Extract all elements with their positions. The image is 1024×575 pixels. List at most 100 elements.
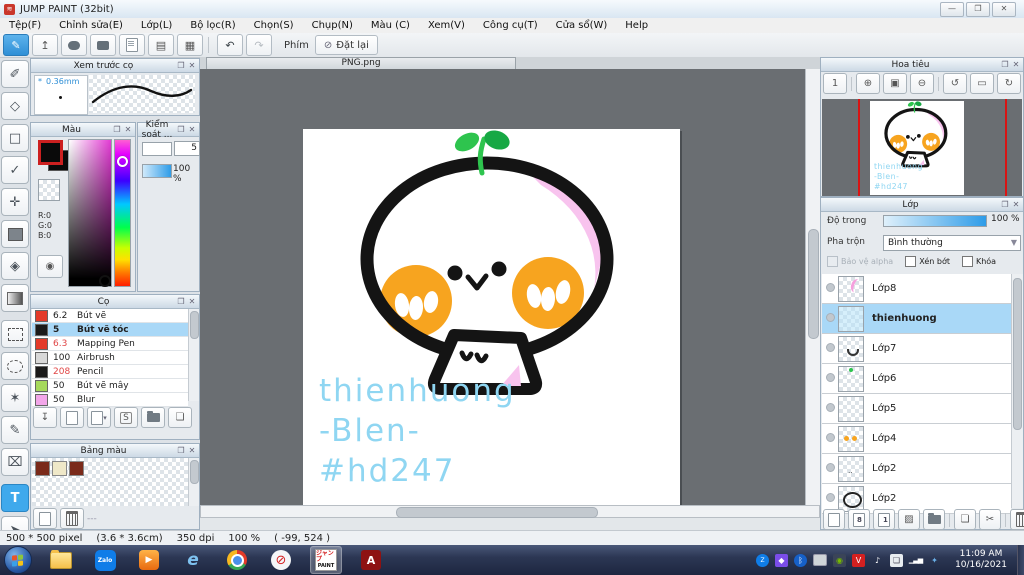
navigator-thumbnail[interactable] [870,101,964,195]
duplicate-layer-button[interactable]: ❏ [954,509,976,530]
artwork-canvas[interactable]: thienhuong -Blen- #hd247 [303,129,680,505]
menu-tep[interactable]: Tệp(F) [0,20,50,31]
ultraviewer-tray-icon[interactable]: ◆ [775,553,788,567]
caption-button[interactable] [90,34,116,56]
palette-swatch[interactable] [52,461,67,476]
scroll-thumb[interactable] [396,507,598,518]
halftone-layer-button[interactable]: ▨ [898,509,920,530]
close-icon[interactable]: ✕ [1011,60,1021,69]
canvas-vertical-scrollbar[interactable] [805,69,820,505]
canvas-horizontal-scrollbar[interactable] [200,505,820,518]
layer-visibility-toggle[interactable] [822,492,838,505]
close-icon[interactable]: ✕ [123,125,133,134]
layer-row[interactable]: Lớp8 [822,274,1011,304]
zoom-in-button[interactable]: ⊕ [856,73,880,94]
new-brush-button[interactable] [60,407,84,428]
layer-row-selected[interactable]: thienhuong [822,304,1011,334]
layer-row[interactable]: ‥ Lớp2 [822,454,1011,484]
scroll-thumb[interactable] [190,460,199,484]
menu-mau[interactable]: Màu (C) [362,20,419,31]
menu-chon[interactable]: Chọn(S) [245,20,303,31]
publish-button[interactable]: ↥ [32,34,58,56]
unikey-tray-icon[interactable]: V [852,553,865,567]
close-icon[interactable]: ✕ [187,61,197,70]
popout-icon[interactable]: ❐ [176,61,186,70]
add-palette-color-button[interactable] [33,508,57,529]
layer-visibility-toggle[interactable] [822,282,838,295]
fill-rect-tool[interactable] [1,220,29,248]
fit-view-button[interactable]: ▣ [883,73,907,94]
select-rect-tool[interactable] [1,320,29,348]
brush-size-input[interactable]: 5 [174,141,200,156]
chrome-taskbar-button[interactable] [222,547,252,573]
network-signal-tray-icon[interactable]: ▁▃▅ [909,554,923,567]
saturation-value-field[interactable] [68,139,112,287]
brush-type-button[interactable]: ▾ [87,407,111,428]
sv-marker[interactable] [99,275,111,287]
menu-cua-so[interactable]: Cửa sổ(W) [547,20,617,31]
sync-tray-icon[interactable]: ✦ [928,554,941,567]
protect-alpha-checkbox[interactable]: Bảo vệ alpha [827,256,893,267]
close-icon[interactable]: ✕ [187,297,197,306]
page-button[interactable] [119,34,145,56]
scroll-thumb[interactable] [808,229,819,339]
layer-visibility-toggle[interactable] [822,342,838,355]
reset-button[interactable]: ⊘ Đặt lại [314,35,378,55]
zalo-taskbar-button[interactable]: Zalo [90,547,120,573]
hue-marker[interactable] [117,156,128,167]
layer-opacity-slider[interactable] [883,215,987,227]
brush-row[interactable]: 50 Bút vẽ mây [32,379,188,393]
gradient-tool[interactable] [1,284,29,312]
nvidia-tray-icon[interactable]: ◉ [833,553,846,567]
hue-bar[interactable] [114,139,131,287]
monitor-tray-icon[interactable] [813,554,827,566]
navigator-view[interactable] [822,99,1022,196]
brush-opacity-slider[interactable] [142,164,172,178]
brush-row[interactable]: 6.2 Bút vẽ [32,309,188,323]
minimize-button[interactable]: — [940,2,964,17]
panel-settings-button[interactable]: ▤ [148,34,174,56]
palette-swatch[interactable] [35,461,50,476]
close-icon[interactable]: ✕ [187,125,197,134]
script-brush-button[interactable]: S [114,407,138,428]
menu-help[interactable]: Help [616,20,657,31]
palette-swatch-area[interactable] [32,458,188,506]
popout-icon[interactable]: ❐ [176,297,186,306]
eraser-tool[interactable]: ◇ [1,92,29,120]
adobe-reader-taskbar-button[interactable]: A [356,547,386,573]
layer-visibility-toggle[interactable] [822,402,838,415]
lasso-tool[interactable] [1,352,29,380]
clipboard-tray-icon[interactable]: ❏ [890,553,903,567]
select-eraser-tool[interactable]: ⌧ [1,448,29,476]
layer-row[interactable]: Lớp5 [822,394,1011,424]
workspace-edit-button[interactable]: ▦ [177,34,203,56]
new-layer-button[interactable] [823,509,845,530]
transparent-color-swatch[interactable] [38,179,60,201]
popout-icon[interactable]: ❐ [176,125,186,134]
menu-cong-cu[interactable]: Công cụ(T) [474,20,547,31]
rotate-cw-button[interactable]: ↻ [997,73,1021,94]
menu-xem[interactable]: Xem(V) [419,20,474,31]
popout-icon[interactable]: ❐ [1000,60,1010,69]
zalo-tray-icon[interactable]: Z [756,553,769,567]
popout-icon[interactable]: ❐ [112,125,122,134]
text-tool[interactable]: T [1,484,29,512]
duplicate-brush-button[interactable]: ❏ [168,407,192,428]
redo-button[interactable]: ↷ [246,34,272,56]
explorer-taskbar-button[interactable] [46,547,76,573]
layer-row[interactable]: Lớp4 [822,424,1011,454]
canvas-view[interactable]: thienhuong -Blen- #hd247 [200,69,806,505]
layer-visibility-toggle[interactable] [822,372,838,385]
shape-rect-tool[interactable]: □ [1,124,29,152]
magic-wand-tool[interactable]: ✶ [1,384,29,412]
brush-row-selected[interactable]: 5 Bút vẽ tóc [32,323,188,337]
layer-row[interactable]: Lớp6 [822,364,1011,394]
layer-list-scrollbar[interactable] [1011,274,1023,508]
undo-button[interactable]: ↶ [217,34,243,56]
rotate-ccw-button[interactable]: ↺ [943,73,967,94]
brush-row[interactable]: 50 Blur [32,393,188,407]
start-button[interactable] [4,546,32,574]
brush-row[interactable]: 6.3 Mapping Pen [32,337,188,351]
new-8bit-layer-button[interactable]: 8 [848,509,870,530]
show-desktop-button[interactable] [1017,545,1024,575]
